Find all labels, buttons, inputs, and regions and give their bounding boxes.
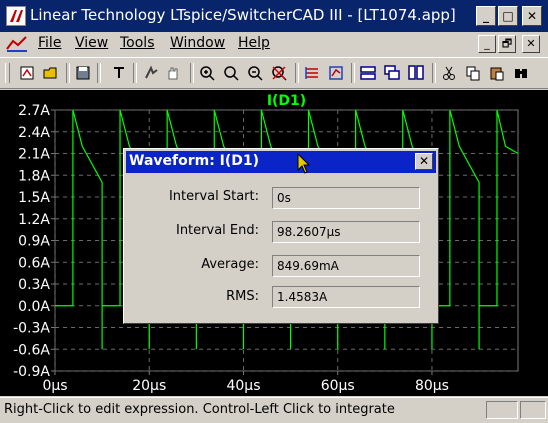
menu-tools[interactable]: Tools xyxy=(120,35,155,51)
toolbar-separator xyxy=(295,63,299,83)
find-icon[interactable] xyxy=(512,64,530,82)
average-field[interactable]: 849.69mA xyxy=(272,255,420,277)
toolbar-separator xyxy=(97,63,101,83)
toolbar-grip[interactable] xyxy=(5,63,10,83)
window-title: Linear Technology LTspice/SwitcherCAD II… xyxy=(30,6,456,24)
menu-view[interactable]: View xyxy=(75,35,108,51)
document-icon[interactable] xyxy=(6,35,28,53)
title-bar: Linear Technology LTspice/SwitcherCAD II… xyxy=(0,0,548,32)
child-minimize-button[interactable]: _ xyxy=(478,35,496,53)
y-tick-label: 1.8A xyxy=(18,168,50,184)
tile-horizontal-icon[interactable] xyxy=(359,64,377,82)
tile-vertical-icon[interactable] xyxy=(407,64,425,82)
cascade-icon[interactable] xyxy=(383,64,401,82)
interval-end-field[interactable]: 98.2607µs xyxy=(272,221,420,243)
y-tick-label: 2.7A xyxy=(18,103,50,119)
child-close-button[interactable]: ✕ xyxy=(522,35,540,53)
run-icon[interactable] xyxy=(142,64,160,82)
y-tick-label: 0.0A xyxy=(18,299,50,315)
ltspice-logo-icon xyxy=(6,6,26,26)
x-tick-label: 40µs xyxy=(226,378,260,394)
new-schematic-icon[interactable] xyxy=(18,64,36,82)
toolbar-separator xyxy=(351,63,355,83)
status-text: Right-Click to edit expression. Control-… xyxy=(4,402,395,417)
x-tick-label: 0µs xyxy=(42,378,67,394)
dialog-title-bar[interactable]: Waveform: I(D1) ✕ xyxy=(126,151,436,173)
y-tick-label: 0.3A xyxy=(18,277,50,293)
dialog-close-button[interactable]: ✕ xyxy=(415,153,433,170)
y-tick-label: 1.2A xyxy=(18,212,50,228)
y-tick-label: -0.3A xyxy=(13,321,50,337)
y-tick-label: 1.5A xyxy=(18,190,50,206)
zoom-full-icon[interactable] xyxy=(327,64,345,82)
cut-icon[interactable] xyxy=(440,64,458,82)
x-tick-label: 20µs xyxy=(132,378,166,394)
child-restore-button[interactable]: 🗗 xyxy=(498,35,516,53)
status-panel xyxy=(486,401,518,419)
paste-icon[interactable] xyxy=(488,64,506,82)
toolbar-separator xyxy=(133,63,137,83)
minimize-button[interactable]: _ xyxy=(476,6,496,26)
average-label: Average: xyxy=(201,257,259,272)
zoom-cancel-icon[interactable] xyxy=(270,64,288,82)
x-tick-label: 60µs xyxy=(321,378,355,394)
waveform-dialog: Waveform: I(D1) ✕ Interval Start: 0s Int… xyxy=(123,148,439,324)
mouse-cursor-icon xyxy=(297,152,311,179)
size-grip[interactable] xyxy=(520,401,546,419)
probe-icon[interactable] xyxy=(110,64,128,82)
interval-start-label: Interval Start: xyxy=(168,189,259,204)
y-tick-label: 0.6A xyxy=(18,255,50,271)
dialog-title: Waveform: I(D1) xyxy=(129,153,260,169)
rms-label: RMS: xyxy=(226,289,259,304)
y-tick-label: 2.4A xyxy=(18,125,50,141)
toolbar-separator xyxy=(66,63,70,83)
save-icon[interactable] xyxy=(74,64,92,82)
maximize-button[interactable]: □ xyxy=(498,6,518,26)
y-tick-label: 0.9A xyxy=(18,234,50,250)
zoom-out-icon[interactable] xyxy=(246,64,264,82)
zoom-in-icon[interactable] xyxy=(198,64,216,82)
interval-end-label: Interval End: xyxy=(175,223,259,238)
toolbar-separator xyxy=(432,63,436,83)
menu-help[interactable]: Help xyxy=(238,35,270,51)
close-button[interactable]: ✕ xyxy=(522,6,542,26)
zoom-area-icon[interactable] xyxy=(222,64,240,82)
pan-hand-icon[interactable] xyxy=(164,64,182,82)
status-bar: Right-Click to edit expression. Control-… xyxy=(0,397,548,423)
interval-start-field[interactable]: 0s xyxy=(272,187,420,209)
y-tick-label: -0.6A xyxy=(13,342,50,358)
autorange-icon[interactable] xyxy=(303,64,321,82)
copy-icon[interactable] xyxy=(464,64,482,82)
y-tick-label: 2.1A xyxy=(18,147,50,163)
rms-field[interactable]: 1.4583A xyxy=(272,286,420,308)
menu-file[interactable]: File xyxy=(38,35,61,51)
toolbar xyxy=(0,57,548,89)
toolbar-separator xyxy=(190,63,194,83)
menu-bar: File View Tools Window Help _ 🗗 ✕ xyxy=(0,32,548,56)
trace-label: I(D1) xyxy=(267,93,306,109)
x-tick-label: 80µs xyxy=(415,378,449,394)
menu-window[interactable]: Window xyxy=(170,35,225,51)
open-icon[interactable] xyxy=(42,64,60,82)
